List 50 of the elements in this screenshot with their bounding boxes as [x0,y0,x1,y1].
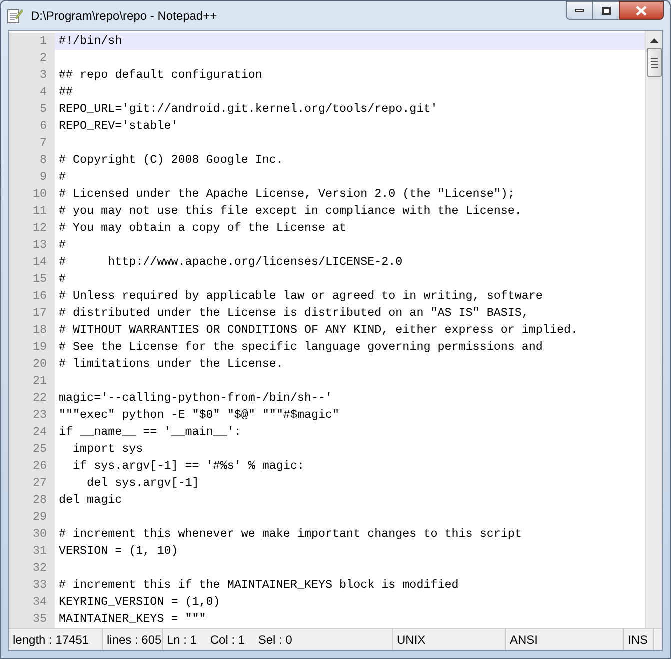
line-number: 10 [9,186,55,203]
line-number: 35 [9,611,55,628]
eol-field: UNIX [397,630,426,648]
line-number: 8 [9,152,55,169]
scrollbar[interactable] [645,31,662,628]
line-number: 25 [9,441,55,458]
line-number: 23 [9,407,55,424]
line-number: 13 [9,237,55,254]
close-icon [636,6,647,16]
line-number: 14 [9,254,55,271]
line-number: 1 [9,33,55,50]
line-number: 32 [9,560,55,577]
line-number: 6 [9,118,55,135]
line-number: 33 [9,577,55,594]
scroll-up-icon[interactable] [650,38,658,44]
line-number: 34 [9,594,55,611]
line-number: 17 [9,305,55,322]
line-number: 21 [9,373,55,390]
line-number: 28 [9,492,55,509]
line-number: 2 [9,50,55,67]
close-button[interactable] [619,1,664,20]
line-number: 26 [9,458,55,475]
line-number: 29 [9,509,55,526]
line-number: 7 [9,135,55,152]
encoding-field: ANSI [510,630,538,648]
line-number: 19 [9,339,55,356]
line-number: 30 [9,526,55,543]
line-number: 16 [9,288,55,305]
line-number: 27 [9,475,55,492]
line-number: 9 [9,169,55,186]
line-number: 20 [9,356,55,373]
scroll-thumb[interactable] [646,48,662,77]
window-title: D:\Program\repo\repo - Notepad++ [31,8,218,24]
line-number: 22 [9,390,55,407]
line-number: 24 [9,424,55,441]
line-number: 3 [9,67,55,84]
line-number: 4 [9,84,55,101]
notepad-icon [7,8,23,24]
line-number: 31 [9,543,55,560]
position-field: Ln : 1 Col : 1 Sel : 0 [167,630,292,648]
length-field: length : 17451 [13,630,90,648]
lines-field: lines : 605 [107,630,162,648]
line-number: 18 [9,322,55,339]
line-number: 15 [9,271,55,288]
line-number: 12 [9,220,55,237]
minimize-button[interactable] [566,1,593,20]
mode-field: INS [628,630,648,648]
line-number: 5 [9,101,55,118]
line-number: 11 [9,203,55,220]
maximize-button[interactable] [593,1,619,20]
